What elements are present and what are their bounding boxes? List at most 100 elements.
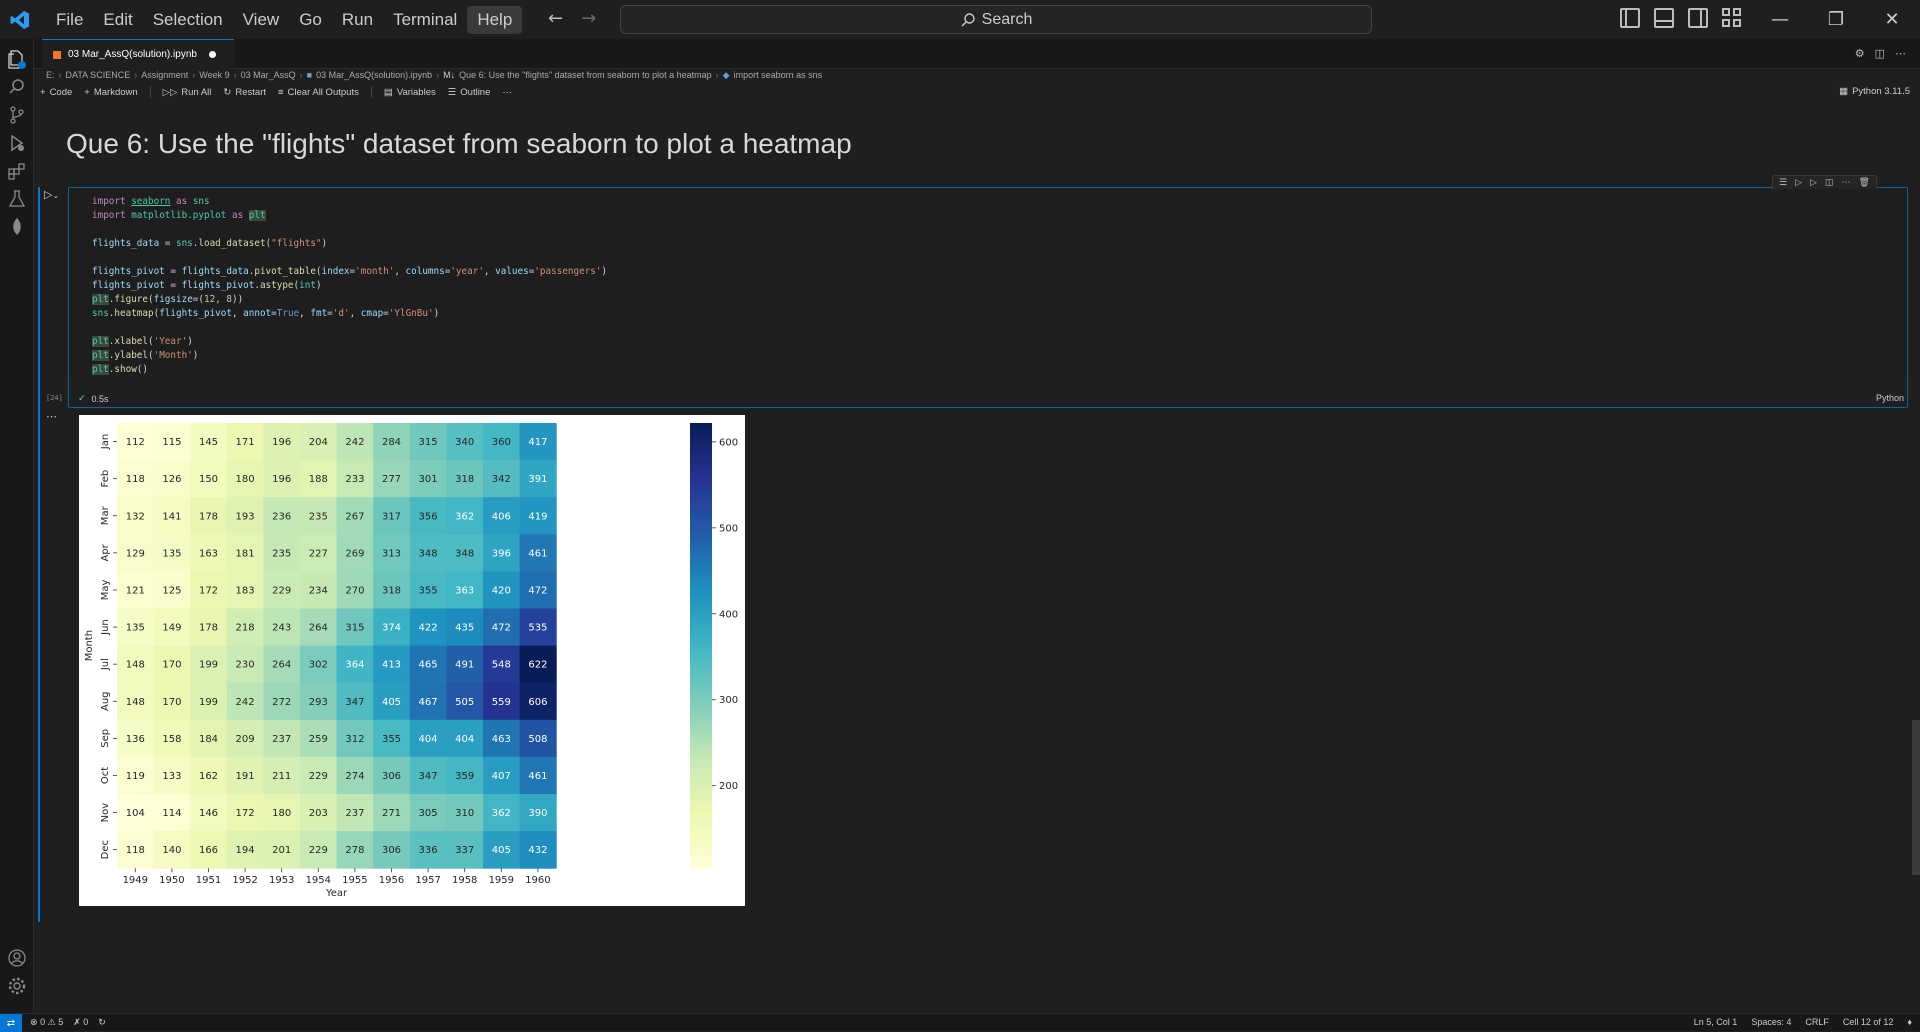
toggle-secondary-sidebar-icon[interactable] [1688, 8, 1708, 28]
tab-notebook[interactable]: 03 Mar_AssQ(solution).ipynb [42, 39, 234, 69]
outline-button[interactable]: ☰ Outline [448, 87, 491, 98]
colorbar-segment [690, 526, 712, 532]
menu-selection[interactable]: Selection [143, 6, 233, 34]
split-editor-icon[interactable]: ◫ [1875, 47, 1885, 60]
chevron-down-icon[interactable]: ⌄ [52, 191, 59, 200]
customize-layout-icon[interactable] [1722, 8, 1742, 28]
cursor-position[interactable]: Ln 5, Col 1 [1694, 1017, 1738, 1027]
cell-indicator[interactable]: Cell 12 of 12 [1843, 1017, 1894, 1027]
menu-run[interactable]: Run [332, 6, 383, 34]
heatmap-annotation: 209 [236, 734, 255, 745]
variables-button[interactable]: ▤ Variables [384, 87, 436, 98]
menu-help[interactable]: Help [467, 5, 523, 34]
heatmap-annotation: 183 [236, 585, 255, 596]
breadcrumb-item[interactable]: Assignment [141, 70, 188, 80]
testing-flask-icon[interactable] [7, 189, 27, 209]
code-line-13: plt.show() [92, 364, 148, 375]
breadcrumb-item[interactable]: 03 Mar_AssQ(solution).ipynb [316, 70, 432, 80]
forward-arrow-icon[interactable]: → [581, 8, 596, 29]
breadcrumb-item[interactable]: E: [46, 70, 55, 80]
menu-go[interactable]: Go [289, 6, 332, 34]
more-cell-actions-icon[interactable]: ⋯ [1841, 178, 1850, 188]
colorbar-segment [690, 704, 712, 710]
colorbar-segment [690, 486, 712, 491]
heatmap-annotation: 404 [455, 734, 474, 745]
add-code-cell-button[interactable]: + Code [40, 87, 72, 98]
heatmap-annotation: 180 [236, 474, 255, 485]
ports-indicator[interactable]: ✗ 0 [73, 1017, 88, 1028]
source-control-icon[interactable] [7, 105, 27, 125]
code-editor[interactable]: import seaborn as sns import matplotlib.… [70, 189, 1906, 375]
heatmap-annotation: 467 [419, 697, 438, 708]
colorbar-segment [690, 582, 712, 587]
colorbar-segment [690, 612, 712, 617]
problems-indicator[interactable]: ⊗ 0 ⚠ 5 [30, 1017, 63, 1028]
toggle-primary-sidebar-icon[interactable] [1620, 8, 1640, 28]
notifications-bell-icon[interactable]: ♦ [1907, 1017, 1912, 1027]
run-above-icon[interactable]: ☰ [1779, 178, 1787, 188]
colorbar-segment [690, 812, 712, 817]
extensions-icon[interactable] [7, 161, 27, 181]
breadcrumb-item[interactable]: 03 Mar_AssQ [241, 70, 296, 80]
markdown-heading[interactable]: Que 6: Use the "flights" dataset from se… [66, 128, 852, 160]
account-icon[interactable] [7, 948, 27, 968]
close-icon[interactable]: ✕ [1864, 0, 1920, 39]
add-markdown-cell-button[interactable]: + Markdown [84, 87, 137, 98]
breadcrumb-item[interactable]: Week 9 [199, 70, 229, 80]
colorbar-segment [690, 601, 712, 606]
settings-gear-icon[interactable]: ⚙ [1855, 47, 1865, 60]
run-cell-button[interactable]: ▷⌄ [44, 188, 59, 201]
search-icon[interactable] [7, 77, 27, 97]
run-all-button[interactable]: ▷▷ Run All [163, 87, 212, 98]
output-more-icon[interactable]: ⋯ [46, 410, 57, 423]
run-debug-icon[interactable] [7, 133, 27, 153]
heatmap-annotation: 191 [236, 771, 255, 782]
unsaved-dot-icon[interactable] [208, 51, 216, 58]
editor-tab-bar: 03 Mar_AssQ(solution).ipynb ⚙ ◫ ⋯ [34, 39, 1920, 69]
colorbar-segment [690, 437, 712, 443]
end-of-line[interactable]: CRLF [1805, 1017, 1829, 1027]
restore-icon[interactable]: ❐ [1808, 0, 1864, 39]
heatmap-annotation: 472 [528, 585, 547, 596]
more-actions-icon[interactable]: ⋯ [1895, 47, 1906, 60]
command-center-search[interactable]: Search [620, 5, 1372, 34]
heatmap-annotation: 318 [455, 474, 474, 485]
toggle-panel-icon[interactable] [1654, 8, 1674, 28]
breadcrumb-item[interactable]: import seaborn as sns [734, 70, 823, 80]
heatmap-annotation: 417 [528, 437, 547, 448]
settings-gear-icon[interactable] [7, 976, 27, 996]
split-cell-icon[interactable]: ◫ [1825, 178, 1834, 188]
colorbar-segment [690, 608, 712, 613]
explorer-icon[interactable] [7, 49, 27, 69]
heatmap-annotation: 337 [455, 845, 474, 856]
colorbar-segment [690, 478, 712, 483]
menu-edit[interactable]: Edit [93, 6, 142, 34]
clear-all-outputs-button[interactable]: ≡ Clear All Outputs [278, 87, 359, 98]
remote-indicator-icon[interactable]: ⇄ [0, 1014, 22, 1032]
menu-view[interactable]: View [233, 6, 290, 34]
cell-language[interactable]: Python [1876, 393, 1904, 403]
heatmap-annotation: 396 [492, 548, 511, 559]
more-toolbar-button[interactable]: ··· [502, 87, 512, 98]
vertical-scrollbar[interactable] [1912, 720, 1920, 875]
heatmap-annotation: 172 [199, 585, 218, 596]
restart-button[interactable]: ↻ Restart [223, 87, 266, 98]
indentation[interactable]: Spaces: 4 [1751, 1017, 1791, 1027]
toolbar-divider [370, 86, 372, 98]
run-next-icon[interactable]: ▷ [1810, 178, 1817, 188]
menu-terminal[interactable]: Terminal [383, 6, 467, 34]
colorbar-segment [690, 630, 712, 636]
colorbar-segment [690, 530, 712, 535]
breadcrumb-item[interactable]: Que 6: Use the "flights" dataset from se… [459, 70, 712, 80]
back-arrow-icon[interactable]: ← [548, 8, 563, 29]
live-share-icon[interactable]: ↻ [98, 1017, 106, 1028]
colorbar-segment [690, 549, 712, 554]
mongodb-leaf-icon[interactable] [7, 217, 27, 237]
kernel-picker[interactable]: ▦ Python 3.11.5 [1839, 86, 1910, 97]
breadcrumb-item[interactable]: DATA SCIENCE [66, 70, 131, 80]
y-tick-label: Oct [100, 767, 111, 784]
menu-file[interactable]: File [46, 6, 93, 34]
run-below-icon[interactable]: ▷ [1795, 178, 1802, 188]
minimize-icon[interactable]: — [1752, 0, 1808, 39]
delete-cell-icon[interactable]: 🗑 [1858, 178, 1869, 188]
